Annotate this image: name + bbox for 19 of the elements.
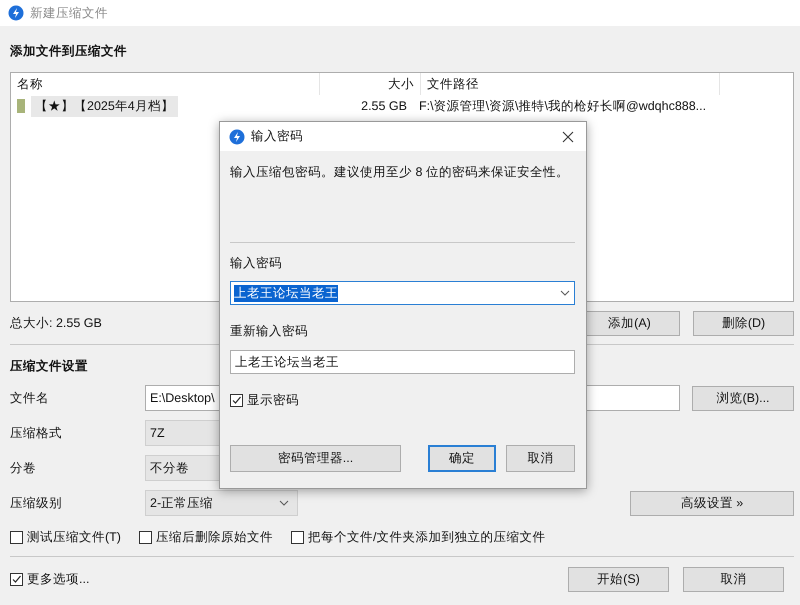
- file-size: 2.55 GB: [360, 99, 408, 113]
- checkbox-label: 压缩后删除原始文件: [156, 528, 273, 546]
- field-label: 文件名: [10, 390, 50, 406]
- total-size: 总大小: 2.55 GB: [10, 314, 102, 332]
- section-heading: 添加文件到压缩文件: [10, 43, 127, 60]
- section-heading: 压缩文件设置: [10, 358, 88, 375]
- checkbox-label: 测试压缩文件(T): [27, 528, 121, 546]
- dialog-title: 输入密码: [251, 128, 304, 145]
- field-label: 压缩格式: [10, 424, 63, 442]
- checkbox-label: 把每个文件/文件夹添加到独立的压缩文件: [308, 528, 546, 546]
- field-label: 分卷: [10, 460, 37, 476]
- checkbox-label: 更多选项...: [27, 571, 90, 588]
- field-label: 压缩级别: [10, 494, 63, 512]
- field-label: 输入密码: [230, 255, 283, 272]
- checkbox-label: 显示密码: [247, 392, 299, 409]
- field-label: 重新输入密码: [230, 323, 309, 340]
- file-path: F:\资源管理\资源\推特\我的枪好长啊@wdqhc888...: [418, 98, 708, 114]
- description-text: 输入压缩包密码。建议使用至少 8 位的密码来保证安全性。: [230, 164, 570, 181]
- window-title: 新建压缩文件: [30, 4, 108, 22]
